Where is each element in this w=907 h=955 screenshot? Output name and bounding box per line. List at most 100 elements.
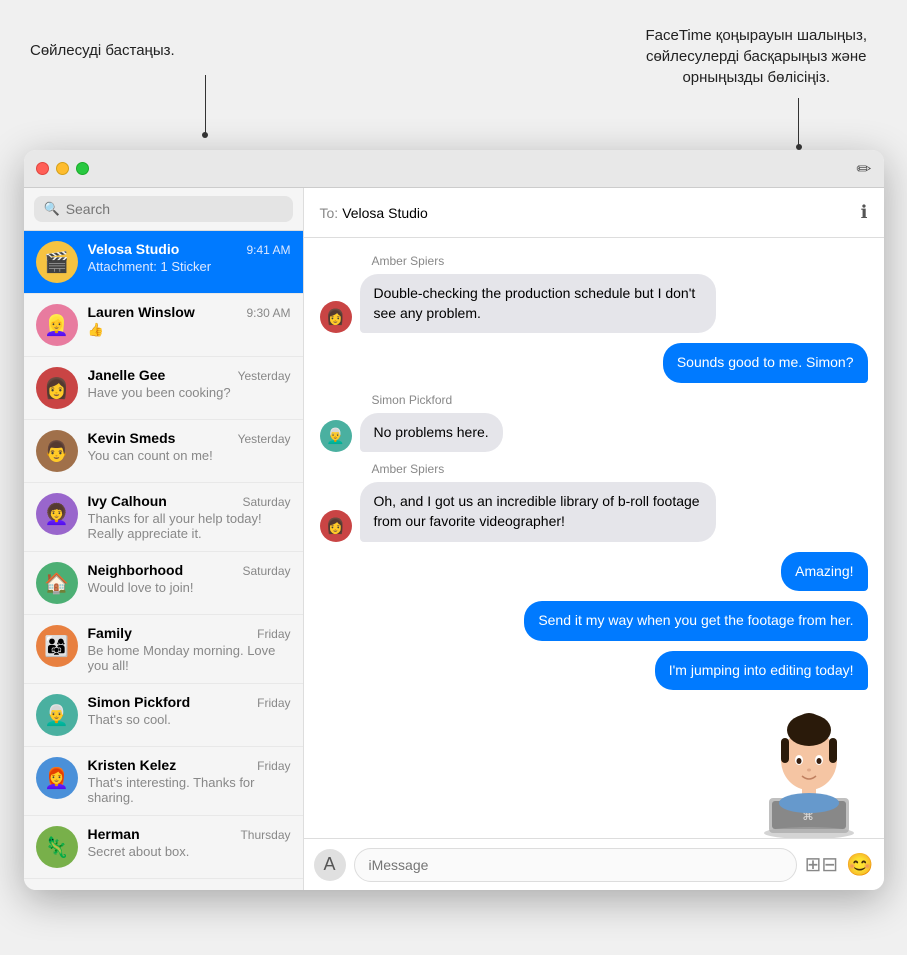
conversation-item-lauren-winslow[interactable]: 👱‍♀️Lauren Winslow9:30 AM👍 (24, 294, 303, 357)
message-bubble-msg6: Send it my way when you get the footage … (524, 601, 867, 641)
conv-name-herman: Herman (88, 826, 140, 842)
message-row-msg4: 👩Oh, and I got us an incredible library … (320, 482, 868, 541)
main-content: 🔍 🎬Velosa Studio9:41 AMAttachment: 1 Sti… (24, 188, 884, 890)
conv-time-herman: Thursday (240, 828, 290, 842)
conv-name-velosa-studio: Velosa Studio (88, 241, 180, 257)
conv-preview-neighborhood: Would love to join! (88, 580, 288, 595)
msg-avatar-msg1: 👩 (320, 301, 352, 333)
minimize-button[interactable] (56, 162, 69, 175)
search-icon: 🔍 (44, 201, 60, 217)
avatar-neighborhood: 🏠 (36, 562, 78, 604)
message-bubble-msg1: Double-checking the production schedule … (360, 274, 716, 333)
message-row-msg5: Amazing! (320, 552, 868, 592)
avatar-family: 👨‍👩‍👧 (36, 625, 78, 667)
conv-preview-velosa-studio: Attachment: 1 Sticker (88, 259, 288, 274)
conv-info-kristen-kelez: Kristen KelezFridayThat's interesting. T… (88, 757, 291, 805)
conv-name-family: Family (88, 625, 132, 641)
conv-info-herman: Herman Thursday Secret about box. (88, 826, 291, 859)
conversation-item-velosa-studio[interactable]: 🎬Velosa Studio9:41 AMAttachment: 1 Stick… (24, 231, 303, 294)
conversation-item-janelle-gee[interactable]: 👩 Janelle Gee Yesterday Have you been cooki… (24, 357, 303, 420)
annotation-line-right (798, 98, 799, 148)
apps-button[interactable]: A (314, 849, 346, 881)
conversation-item-simon-pickford[interactable]: 👨‍🦳 Simon Pickford Friday That's so cool. (24, 684, 303, 747)
msg-avatar-msg3: 👨‍🦳 (320, 420, 352, 452)
conv-preview-herman: Secret about box. (88, 844, 288, 859)
conv-name-kevin-smeds: Kevin Smeds (88, 430, 176, 446)
sender-label-msg3: Simon Pickford (372, 393, 868, 407)
conv-time-neighborhood: Saturday (242, 564, 290, 578)
conv-info-family: FamilyFridayBe home Monday morning. Love… (88, 625, 291, 673)
avatar-herman: 🦎 (36, 826, 78, 868)
chat-info-button[interactable]: ℹ (861, 202, 868, 223)
conv-info-janelle-gee: Janelle Gee Yesterday Have you been cookin… (88, 367, 291, 400)
conv-time-janelle-gee: Yesterday (238, 369, 291, 383)
conv-name-janelle-gee: Janelle Gee (88, 367, 166, 383)
annotation-line-left (205, 75, 206, 135)
chat-contact-name: Velosa Studio (342, 205, 428, 221)
maximize-button[interactable] (76, 162, 89, 175)
conversation-item-ivy-calhoun[interactable]: 👩‍🦱Ivy CalhounSaturdayThanks for all you… (24, 483, 303, 552)
conv-preview-kristen-kelez: That's interesting. Thanks for sharing. (88, 775, 288, 805)
search-input[interactable] (66, 201, 283, 217)
conversation-item-herman[interactable]: 🦎 Herman Thursday Secret about box. (24, 816, 303, 879)
avatar-janelle-gee: 👩 (36, 367, 78, 409)
conv-info-lauren-winslow: Lauren Winslow 9:30 AM 👍 (88, 304, 291, 338)
conversation-item-kevin-smeds[interactable]: 👨Kevin SmedsYesterdayYou can count on me… (24, 420, 303, 483)
msg-avatar-msg4: 👩 (320, 510, 352, 542)
conv-preview-family: Be home Monday morning. Love you all! (88, 643, 288, 673)
conversation-item-family[interactable]: 👨‍👩‍👧FamilyFridayBe home Monday morning.… (24, 615, 303, 684)
title-bar: ✏ (24, 150, 884, 188)
memoji-image: ⌘ (744, 708, 874, 838)
sender-label-msg1: Amber Spiers (372, 254, 868, 268)
conv-preview-lauren-winslow: 👍 (88, 322, 288, 338)
conversation-item-neighborhood[interactable]: 🏠 Neighborhood Saturday Would love to join! (24, 552, 303, 615)
to-label: To: (320, 205, 339, 221)
message-row-msg2: Sounds good to me. Simon? (320, 343, 868, 383)
conv-time-velosa-studio: 9:41 AM (246, 243, 290, 257)
audio-button[interactable]: ⊞⊟ (805, 852, 839, 877)
annotation-right-text: FaceTime қоңырауын шалыңыз,сөйлесулерді … (645, 25, 867, 88)
message-bubble-msg7: I'm jumping into editing today! (655, 651, 868, 691)
conv-preview-kevin-smeds: You can count on me! (88, 448, 288, 463)
message-bubble-msg2: Sounds good to me. Simon? (663, 343, 868, 383)
emoji-icon: 😊 (846, 852, 873, 877)
conv-preview-janelle-gee: Have you been cooking? (88, 385, 288, 400)
conversation-list: 🎬Velosa Studio9:41 AMAttachment: 1 Stick… (24, 231, 303, 890)
conv-name-neighborhood: Neighborhood (88, 562, 184, 578)
avatar-ivy-calhoun: 👩‍🦱 (36, 493, 78, 535)
conv-time-kevin-smeds: Yesterday (238, 432, 291, 446)
conv-preview-simon-pickford: That's so cool. (88, 712, 288, 727)
message-row-msg6: Send it my way when you get the footage … (320, 601, 868, 641)
memoji-area: ⌘ (304, 708, 884, 838)
conv-name-lauren-winslow: Lauren Winslow (88, 304, 195, 320)
conv-preview-ivy-calhoun: Thanks for all your help today! Really a… (88, 511, 288, 541)
conv-info-simon-pickford: Simon Pickford Friday That's so cool. (88, 694, 291, 727)
avatar-kristen-kelez: 👩‍🦰 (36, 757, 78, 799)
sender-label-msg4: Amber Spiers (372, 462, 868, 476)
conv-name-simon-pickford: Simon Pickford (88, 694, 191, 710)
message-input[interactable] (354, 848, 797, 882)
sidebar: 🔍 🎬Velosa Studio9:41 AMAttachment: 1 Sti… (24, 188, 304, 890)
audio-icon: ⊞⊟ (805, 854, 839, 876)
conv-time-lauren-winslow: 9:30 AM (246, 306, 290, 320)
avatar-simon-pickford: 👨‍🦳 (36, 694, 78, 736)
annotations-area: Сөйлесуді бастаңыз. FaceTime қоңырауын ш… (0, 20, 907, 150)
message-row-msg3: 👨‍🦳No problems here. (320, 413, 868, 453)
message-bubble-msg3: No problems here. (360, 413, 503, 453)
close-button[interactable] (36, 162, 49, 175)
emoji-button[interactable]: 😊 (846, 852, 873, 878)
annotation-dot-right (796, 144, 802, 150)
conv-name-kristen-kelez: Kristen Kelez (88, 757, 177, 773)
conv-time-simon-pickford: Friday (257, 696, 290, 710)
conv-info-kevin-smeds: Kevin Smeds Yesterday You can count on me! (88, 430, 291, 463)
message-row-msg7: I'm jumping into editing today! (320, 651, 868, 691)
search-input-wrap[interactable]: 🔍 (34, 196, 293, 222)
conv-info-velosa-studio: Velosa Studio 9:41 AM Attachment: 1 Sticke… (88, 241, 291, 274)
conversation-item-kristen-kelez[interactable]: 👩‍🦰Kristen KelezFridayThat's interesting… (24, 747, 303, 816)
conv-name-ivy-calhoun: Ivy Calhoun (88, 493, 167, 509)
messages-area: Amber Spiers👩Double-checking the product… (304, 238, 884, 718)
app-window: ✏ 🔍 🎬Velosa Studio9:41 AMAttachment: 1 S… (24, 150, 884, 890)
compose-button[interactable]: ✏ (856, 160, 871, 178)
traffic-lights (36, 162, 89, 175)
message-bubble-msg4: Oh, and I got us an incredible library o… (360, 482, 716, 541)
